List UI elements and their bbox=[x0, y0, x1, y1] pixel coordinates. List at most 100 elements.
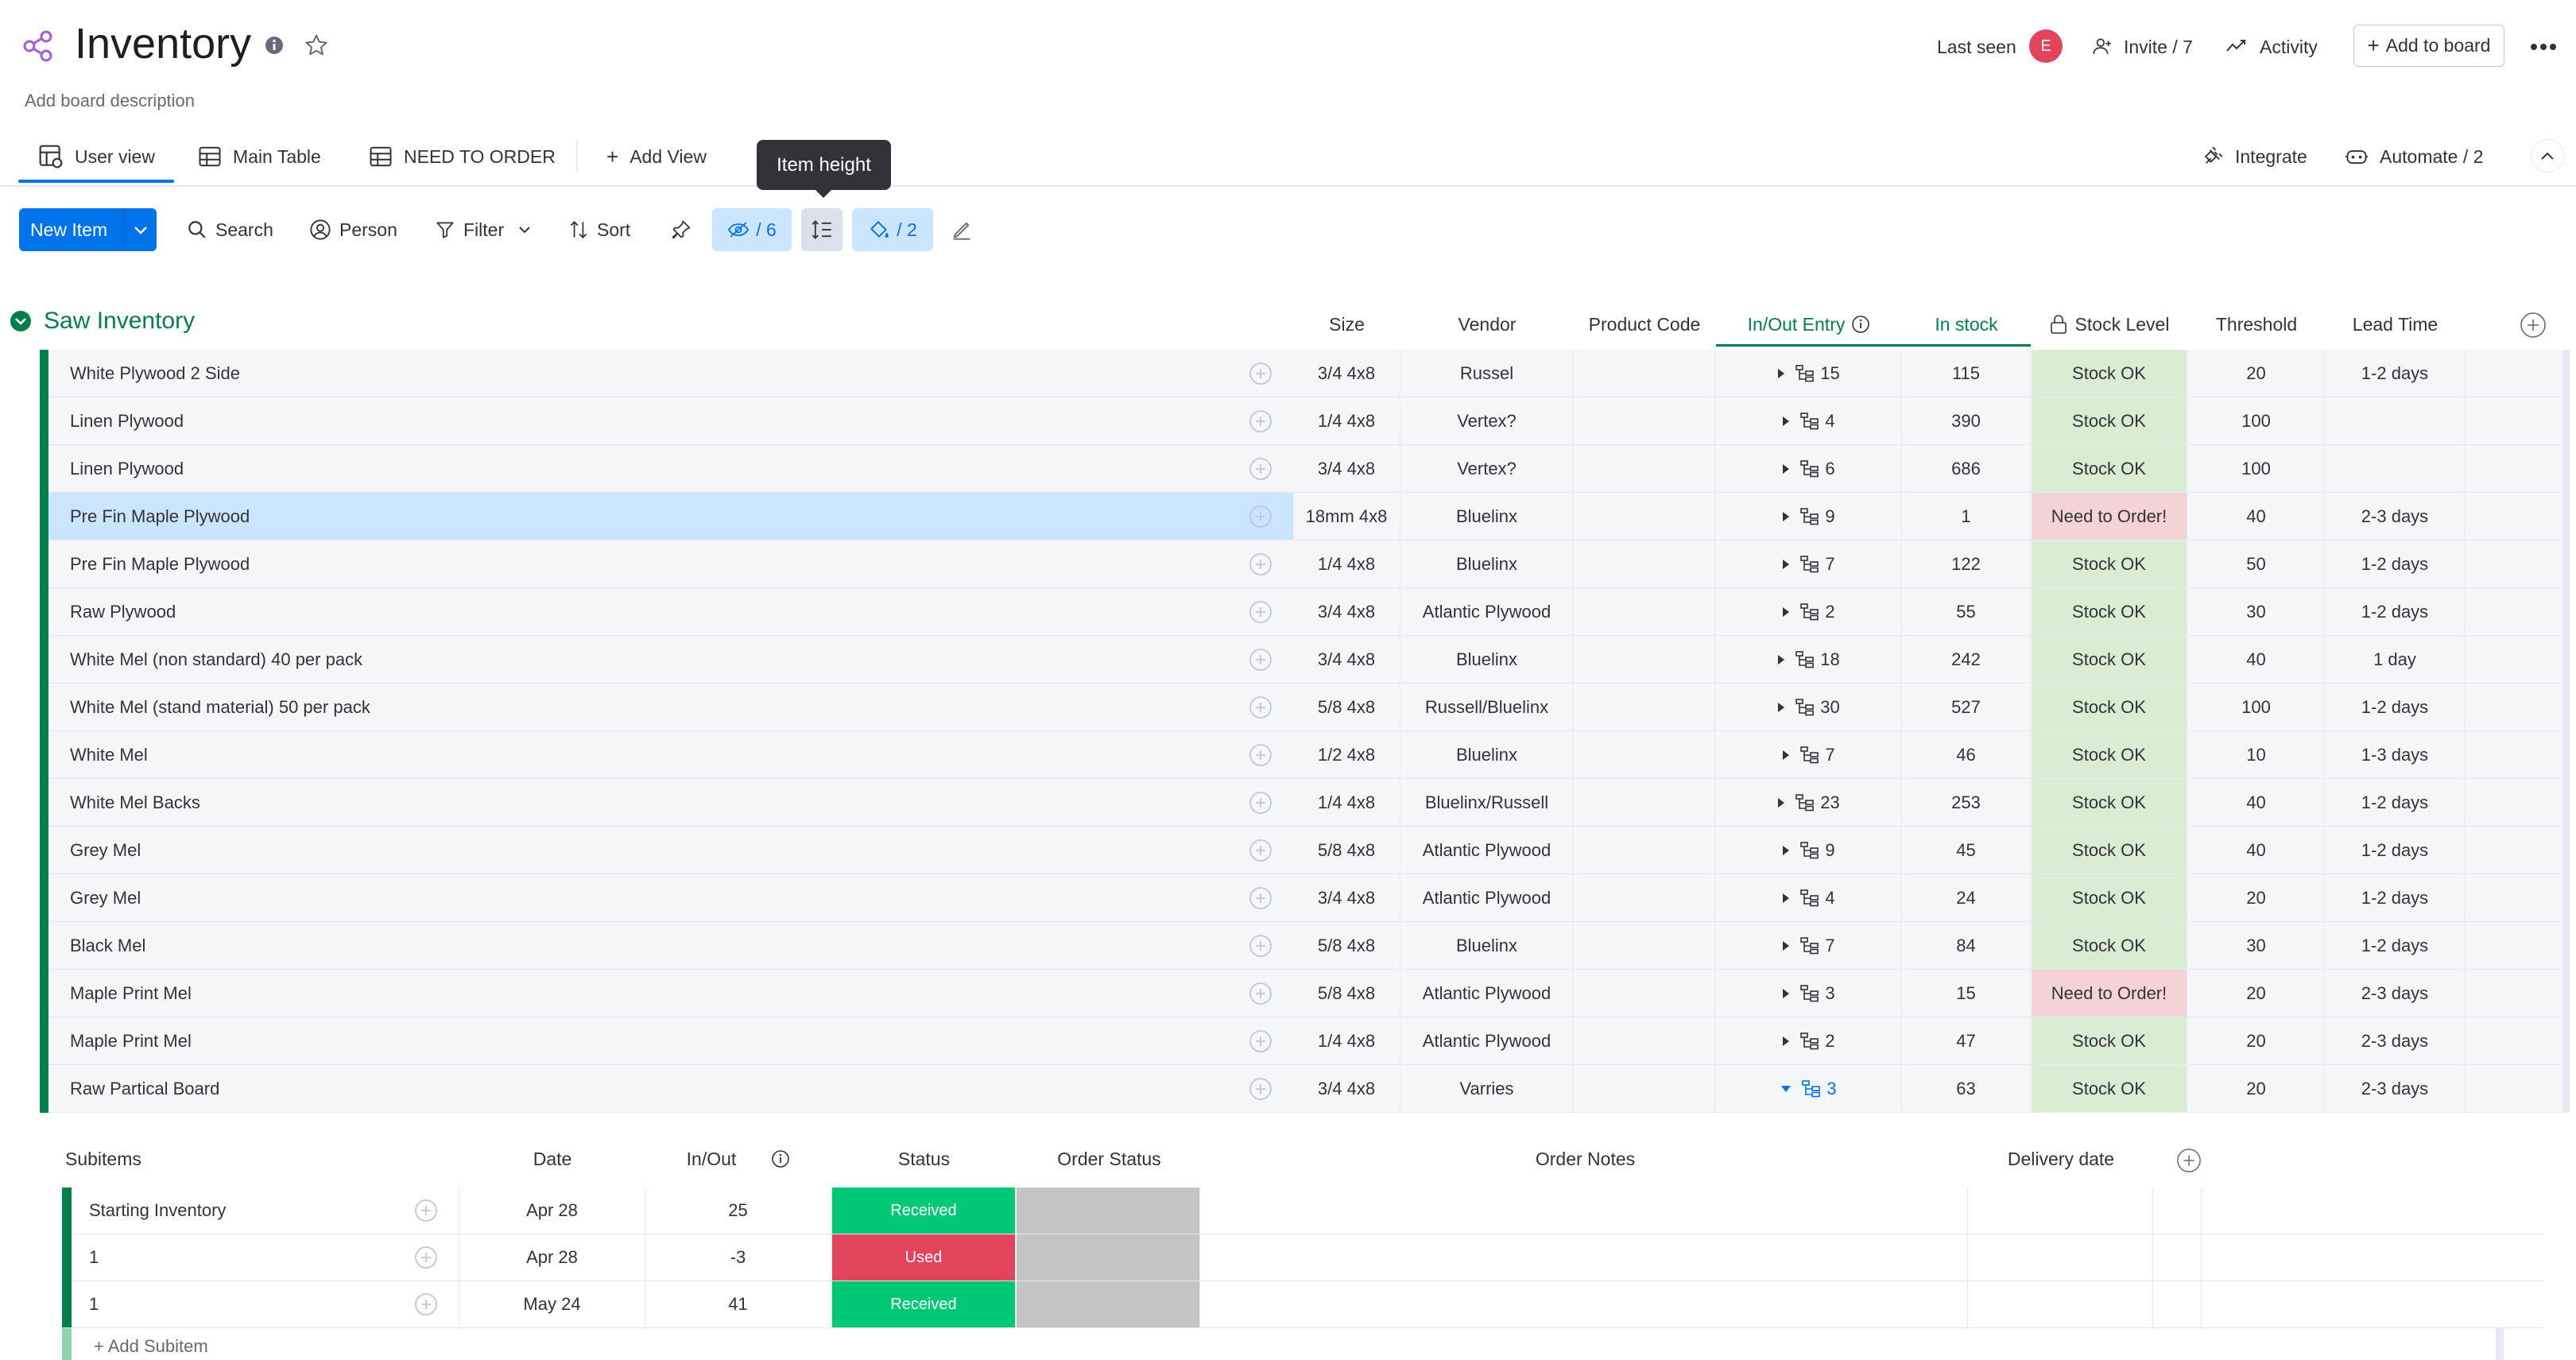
product-code-cell[interactable] bbox=[1574, 684, 1715, 730]
caret-right-icon[interactable] bbox=[1777, 702, 1785, 713]
lead-time-cell[interactable]: 1-2 days bbox=[2326, 922, 2465, 969]
size-cell[interactable]: 5/8 4x8 bbox=[1293, 684, 1400, 730]
inout-entry-cell[interactable]: 4 bbox=[1716, 397, 1902, 444]
empty-cell[interactable] bbox=[2466, 684, 2563, 730]
table-row[interactable]: White Mel 1/2 4x8 Bluelinx 7 46 Stock OK 10 1-3… bbox=[40, 731, 2570, 779]
lead-time-cell[interactable]: 2-3 days bbox=[2326, 1065, 2465, 1112]
add-update-icon[interactable] bbox=[1248, 695, 1273, 720]
threshold-cell[interactable]: 100 bbox=[2188, 684, 2325, 730]
add-update-icon[interactable] bbox=[413, 1245, 439, 1270]
product-code-cell[interactable] bbox=[1574, 350, 1715, 397]
add-subitem-column-icon[interactable] bbox=[2176, 1148, 2202, 1173]
stock-level-cell[interactable]: Stock OK bbox=[2032, 1065, 2187, 1112]
subitem-delivery-date-cell[interactable] bbox=[1969, 1281, 2153, 1327]
activity-button[interactable]: Activity bbox=[2260, 37, 2318, 58]
add-update-icon[interactable] bbox=[1248, 981, 1273, 1006]
threshold-cell[interactable]: 20 bbox=[2188, 970, 2325, 1017]
inout-entry-cell[interactable]: 9 bbox=[1716, 493, 1902, 540]
empty-cell[interactable] bbox=[2466, 922, 2563, 969]
lead-time-cell[interactable]: 1-2 days bbox=[2326, 684, 2465, 730]
threshold-cell[interactable]: 20 bbox=[2188, 874, 2325, 921]
subitems-header-date[interactable]: Date bbox=[459, 1145, 645, 1173]
table-row[interactable]: Pre Fin Maple Plywood 1/4 4x8 Bluelinx 7 122… bbox=[40, 541, 2570, 588]
caret-right-icon[interactable] bbox=[1777, 797, 1785, 808]
empty-cell[interactable] bbox=[2466, 779, 2563, 826]
add-update-icon[interactable] bbox=[1248, 790, 1273, 816]
size-cell[interactable]: 3/4 4x8 bbox=[1293, 874, 1400, 921]
threshold-cell[interactable]: 100 bbox=[2188, 445, 2325, 492]
vendor-cell[interactable]: Varries bbox=[1401, 1065, 1573, 1112]
empty-cell[interactable] bbox=[2466, 970, 2563, 1017]
subitem-status-cell[interactable]: Received bbox=[832, 1281, 1016, 1327]
size-cell[interactable]: 18mm 4x8 bbox=[1293, 493, 1400, 540]
caret-right-icon[interactable] bbox=[1782, 940, 1790, 951]
empty-cell[interactable] bbox=[2466, 1017, 2563, 1064]
item-name-cell[interactable]: Maple Print Mel bbox=[48, 970, 1332, 1017]
empty-cell[interactable] bbox=[2466, 350, 2563, 397]
table-row[interactable]: Grey Mel 3/4 4x8 Atlantic Plywood 4 24 Stock … bbox=[40, 874, 2570, 922]
item-name-cell[interactable]: Grey Mel bbox=[48, 874, 1332, 921]
add-subitem-button[interactable]: + Add Subitem bbox=[94, 1336, 208, 1357]
add-update-icon[interactable] bbox=[1248, 552, 1273, 577]
add-update-icon[interactable] bbox=[413, 1198, 439, 1223]
threshold-cell[interactable]: 40 bbox=[2188, 636, 2325, 683]
subitem-delivery-date-cell[interactable] bbox=[1969, 1234, 2153, 1281]
vendor-cell[interactable]: Vertex? bbox=[1401, 445, 1573, 492]
search-button[interactable]: Search bbox=[187, 208, 273, 251]
add-update-icon[interactable] bbox=[1248, 1029, 1273, 1054]
stock-level-cell[interactable]: Stock OK bbox=[2032, 350, 2187, 397]
subitem-status-cell[interactable]: Received bbox=[832, 1188, 1016, 1234]
column-header-in-stock[interactable]: In stock bbox=[1902, 310, 2031, 339]
table-row[interactable]: Raw Partical Board 3/4 4x8 Varries 3 63 Stock… bbox=[40, 1065, 2570, 1113]
subitem-order-notes-cell[interactable] bbox=[1201, 1188, 1968, 1234]
subitem-inout-cell[interactable]: 25 bbox=[645, 1188, 831, 1234]
inout-entry-cell[interactable]: 7 bbox=[1716, 541, 1902, 587]
caret-down-icon[interactable] bbox=[1780, 1085, 1792, 1093]
subitems-header-name[interactable]: Subitems bbox=[65, 1145, 141, 1173]
item-name-cell[interactable]: White Mel (stand material) 50 per pack bbox=[48, 684, 1332, 730]
in-stock-cell[interactable]: 242 bbox=[1902, 636, 2031, 683]
sort-button[interactable]: Sort bbox=[568, 208, 630, 251]
caret-right-icon[interactable] bbox=[1782, 1036, 1790, 1047]
in-stock-cell[interactable]: 686 bbox=[1902, 445, 2031, 492]
threshold-cell[interactable]: 100 bbox=[2188, 397, 2325, 444]
add-update-icon[interactable] bbox=[1248, 504, 1273, 529]
size-cell[interactable]: 1/4 4x8 bbox=[1293, 779, 1400, 826]
board-title[interactable]: Inventory bbox=[75, 19, 251, 68]
item-name-cell[interactable]: Black Mel bbox=[48, 922, 1332, 969]
add-to-board-button[interactable]: + Add to board bbox=[2353, 25, 2504, 67]
empty-cell[interactable] bbox=[2466, 541, 2563, 587]
inout-entry-cell[interactable]: 18 bbox=[1716, 636, 1902, 683]
in-stock-cell[interactable]: 1 bbox=[1902, 493, 2031, 540]
subitem-order-status-cell[interactable] bbox=[1017, 1188, 1200, 1234]
caret-right-icon[interactable] bbox=[1782, 463, 1790, 475]
info-icon[interactable] bbox=[771, 1149, 790, 1168]
edit-icon[interactable] bbox=[951, 208, 973, 251]
subitem-date-cell[interactable]: Apr 28 bbox=[459, 1188, 645, 1234]
size-cell[interactable]: 3/4 4x8 bbox=[1293, 445, 1400, 492]
item-name-cell[interactable]: Grey Mel bbox=[48, 827, 1332, 874]
lead-time-cell[interactable]: 1-3 days bbox=[2326, 731, 2465, 778]
board-description[interactable]: Add board description bbox=[25, 91, 195, 111]
filter-button[interactable]: Filter bbox=[435, 208, 531, 251]
lead-time-cell[interactable]: 1-2 days bbox=[2326, 541, 2465, 587]
in-stock-cell[interactable]: 24 bbox=[1902, 874, 2031, 921]
lead-time-cell[interactable]: 2-3 days bbox=[2326, 970, 2465, 1017]
empty-cell[interactable] bbox=[2466, 731, 2563, 778]
column-header-threshold[interactable]: Threshold bbox=[2188, 310, 2325, 339]
lead-time-cell[interactable]: 1-2 days bbox=[2326, 779, 2465, 826]
empty-cell[interactable] bbox=[2466, 827, 2563, 874]
lead-time-cell[interactable]: 1-2 days bbox=[2326, 350, 2465, 397]
empty-cell[interactable] bbox=[2466, 874, 2563, 921]
item-name-cell[interactable]: Raw Partical Board bbox=[48, 1065, 1332, 1112]
product-code-cell[interactable] bbox=[1574, 827, 1715, 874]
subitem-date-cell[interactable]: Apr 28 bbox=[459, 1234, 645, 1281]
inout-entry-cell[interactable]: 9 bbox=[1716, 827, 1902, 874]
in-stock-cell[interactable]: 55 bbox=[1902, 588, 2031, 635]
table-row[interactable]: Linen Plywood 1/4 4x8 Vertex? 4 390 Stock OK 1… bbox=[40, 397, 2570, 445]
add-update-icon[interactable] bbox=[1248, 838, 1273, 863]
empty-cell[interactable] bbox=[2466, 1065, 2563, 1112]
vendor-cell[interactable]: Atlantic Plywood bbox=[1401, 1017, 1573, 1064]
table-row[interactable]: White Mel Backs 1/4 4x8 Bluelinx/Russell 23… bbox=[40, 779, 2570, 827]
in-stock-cell[interactable]: 122 bbox=[1902, 541, 2031, 587]
